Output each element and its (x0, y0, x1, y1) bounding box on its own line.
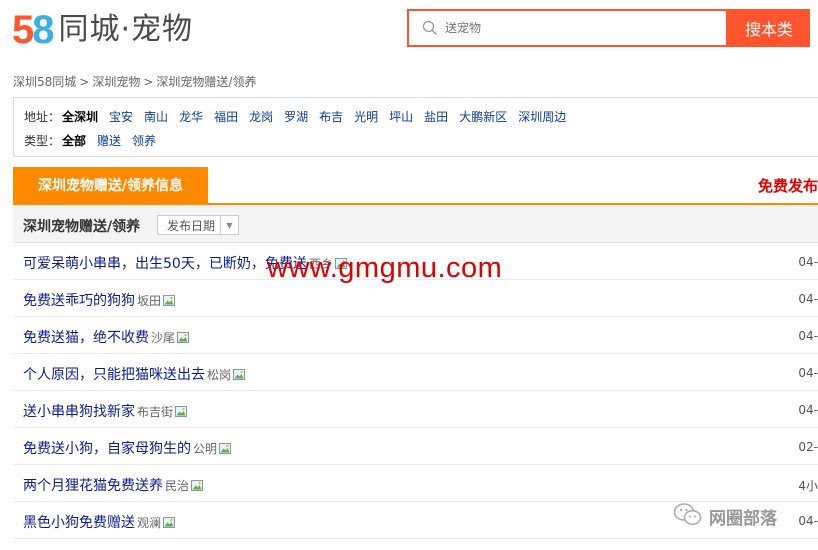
listing-date: 04- (798, 255, 818, 269)
site-header: 5 8 同城·宠物 搜本类 (0, 0, 818, 60)
listing-location: 民治 (165, 477, 204, 494)
listing-date: 4小 (798, 479, 818, 493)
site-logo[interactable]: 5 8 同城·宠物 (12, 8, 193, 52)
dropdown-arrow-icon[interactable]: ▼ (220, 216, 238, 234)
tab-bar: 深圳宠物赠送/领养信息 免费发布 (13, 167, 818, 205)
wechat-icon (673, 502, 703, 531)
breadcrumb-home[interactable]: 深圳58同城 (13, 75, 76, 89)
area-filter-option[interactable]: 罗湖 (284, 108, 308, 125)
area-filter-option[interactable]: 龙岗 (249, 108, 273, 125)
area-filter-option[interactable]: 福田 (214, 108, 238, 125)
logo-digit-8: 8 (32, 8, 55, 52)
listing-row: 送小串串狗找新家 布吉街 04- (13, 391, 818, 428)
listing-location: 公明 (193, 440, 232, 457)
listing-title-link[interactable]: 个人原因，只能把猫咪送出去 (23, 364, 205, 384)
area-filter-option[interactable]: 盐田 (424, 108, 448, 125)
breadcrumb-current[interactable]: 深圳宠物赠送/领养 (156, 75, 256, 89)
listing-title-link[interactable]: 免费送乖巧的狗狗 (23, 290, 135, 310)
image-icon (191, 480, 204, 491)
breadcrumb-pets[interactable]: 深圳宠物 (92, 75, 140, 89)
listing-date: 04- (798, 366, 818, 380)
listing-title-link[interactable]: 免费送小狗，自家母狗生的 (23, 438, 191, 458)
listing-date: 04- (798, 403, 818, 417)
tab-pet-giveaway[interactable]: 深圳宠物赠送/领养信息 (13, 167, 208, 203)
list-title: 深圳宠物赠送/领养 (23, 219, 141, 235)
listing-row: 两个月狸花猫免费送养 民治 4小 (13, 465, 818, 502)
area-filter-label: 地址： (24, 109, 61, 124)
sort-label: 发布日期 (167, 218, 216, 233)
listing-row: 免费送小狗，自家母狗生的 公明 02- (13, 428, 818, 465)
image-icon (163, 295, 176, 306)
listing-location: 坂田 (137, 292, 176, 309)
listing-date: 04- (798, 329, 818, 343)
image-icon (233, 369, 246, 380)
listing-location-text: 布吉街 (137, 405, 174, 419)
type-filter-option[interactable]: 赠送 (97, 132, 121, 149)
breadcrumb: 深圳58同城 > 深圳宠物 > 深圳宠物赠送/领养 (13, 73, 256, 90)
type-filter: 类型： 全部 赠送 领养 (24, 131, 167, 149)
image-icon (219, 443, 232, 454)
listing-location-text: 坂田 (137, 294, 162, 308)
listing-location: 沙尾 (151, 329, 190, 346)
logo-digit-5: 5 (12, 8, 35, 52)
area-filter-option[interactable]: 大鹏新区 (459, 108, 507, 125)
listing-row: 免费送乖巧的狗狗 坂田 04- (13, 280, 818, 317)
image-icon (177, 332, 190, 343)
listing-date: 04- (798, 292, 818, 306)
listing-date: 02- (798, 440, 818, 454)
search-button[interactable]: 搜本类 (728, 9, 810, 47)
area-filter: 地址： 全深圳 宝安 南山 龙华 福田 龙岗 罗湖 布吉 光明 坪山 盐田 大鹏新区 深圳周边 (24, 107, 577, 125)
listing-location: 观澜 (137, 514, 176, 531)
area-filter-option[interactable]: 南山 (144, 108, 168, 125)
listing-title-link[interactable]: 送小串串狗找新家 (23, 401, 135, 421)
listing-title-link[interactable]: 可爱呆萌小串串，出生50天，已断奶，免费送 (23, 253, 307, 273)
type-filter-option[interactable]: 领养 (132, 132, 156, 149)
area-filter-option[interactable]: 全深圳 (62, 108, 98, 125)
listing-location-text: 公明 (193, 442, 218, 456)
listing-title-link[interactable]: 两个月狸花猫免费送养 (23, 475, 163, 495)
sort-by-date-select[interactable]: 发布日期 ▼ (157, 215, 239, 235)
type-filter-option[interactable]: 全部 (62, 132, 86, 149)
search-box (407, 9, 728, 47)
area-filter-option[interactable]: 龙华 (179, 108, 203, 125)
area-filter-option[interactable]: 布吉 (319, 108, 343, 125)
image-icon (163, 517, 176, 528)
type-filter-label: 类型： (24, 133, 61, 148)
area-filter-option[interactable]: 坪山 (389, 108, 413, 125)
listing-list: 可爱呆萌小串串，出生50天，已断奶，免费送 西乡 04- 免费送乖巧的狗狗 坂田 04- 免… (13, 243, 818, 539)
listing-location-text: 松岗 (207, 368, 232, 382)
listing-title-link[interactable]: 黑色小狗免费赠送 (23, 512, 135, 532)
listing-location-text: 观澜 (137, 516, 162, 530)
breadcrumb-separator: > (79, 75, 90, 89)
area-filter-option[interactable]: 深圳周边 (518, 108, 566, 125)
watermark: www.gmgmu.com (267, 252, 503, 284)
listing-location: 松岗 (207, 366, 246, 383)
listing-row: 个人原因，只能把猫咪送出去 松岗 04- (13, 354, 818, 391)
search-input[interactable] (441, 13, 726, 43)
listing-location: 布吉街 (137, 403, 188, 420)
image-icon (175, 406, 188, 417)
search-icon (419, 17, 441, 39)
breadcrumb-separator: > (143, 75, 154, 89)
list-header: 深圳宠物赠送/领养 发布日期 ▼ (13, 205, 818, 243)
area-filter-option[interactable]: 宝安 (109, 108, 133, 125)
filter-panel: 地址： 全深圳 宝安 南山 龙华 福田 龙岗 罗湖 布吉 光明 坪山 盐田 大鹏新区 深圳周边 类型： … (13, 97, 818, 157)
logo-text: 同城·宠物 (58, 12, 194, 47)
area-filter-option[interactable]: 光明 (354, 108, 378, 125)
post-free-link[interactable]: 免费发布 (758, 175, 818, 196)
listing-title-link[interactable]: 免费送猫，绝不收费 (23, 327, 149, 347)
wechat-label: 网圈部落 (709, 509, 777, 529)
listing-date: 04- (798, 514, 818, 528)
wechat-badge: 网圈部落 (673, 502, 777, 531)
listing-location-text: 民治 (165, 479, 190, 493)
listing-location-text: 沙尾 (151, 331, 176, 345)
listing-row: 免费送猫，绝不收费 沙尾 04- (13, 317, 818, 354)
